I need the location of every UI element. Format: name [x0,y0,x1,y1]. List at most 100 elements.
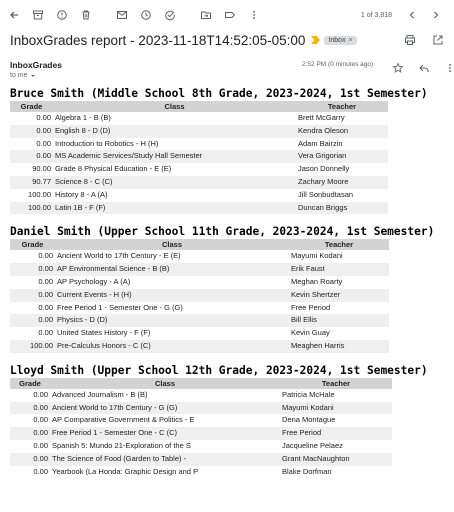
teacher-column-header: Teacher [289,239,389,251]
student-heading: Lloyd Smith (Upper School 12th Grade, 20… [10,363,428,377]
inbox-label-chip: Inbox × [324,35,357,45]
grade-cell: 0.00 [38,276,53,286]
student-section: Lloyd Smith (Upper School 12th Grade, 20… [10,363,450,479]
table-row: 0.00 Advanced Journalism - B (B) Patricia … [10,389,392,402]
class-cell: Spanish 5: Mundo 21-Exploration of the S [52,440,191,450]
inbox-label-text: Inbox [328,36,346,44]
class-cell: Current Events - H (H) [55,288,289,302]
class-cell: Advanced Journalism - B (B) [52,389,148,399]
reply-icon[interactable] [412,56,436,80]
grades-table: Grade Class Teacher 0.00 Algebra 1 - B (B… [10,101,388,215]
recipient-details[interactable]: to me [10,72,36,79]
teacher-cell: Mayumi Kodani [291,251,343,261]
grade-cell: 0.00 [36,138,51,148]
teacher-cell: Kevin Shertzer [289,288,389,302]
table-row: 0.00 Ancient World to 17th Century - G (G… [10,401,392,415]
more-vertical-icon[interactable] [438,56,454,80]
move-to-icon[interactable] [194,3,218,27]
table-row: 0.00 AP Psychology - A (A) Meghan Roarty [10,276,389,289]
student-section: Bruce Smith (Middle School 8th Grade, 20… [10,86,450,215]
table-row: 0.00 Physics - D (D) Bill Ellis [10,314,389,328]
teacher-cell: Zachary Moore [296,175,388,189]
grade-cell: 90.00 [32,164,51,174]
class-cell: English 8 - D (D) [53,124,296,138]
teacher-cell: Brett McGarry [298,113,345,122]
grade-cell: 0.00 [33,389,48,399]
grade-cell: 0.00 [10,401,50,415]
grades-table: Grade Class Teacher 0.00 Ancient World to… [10,239,389,353]
teacher-cell: Jason Donnelly [298,164,350,174]
class-cell: The Science of Food (Garden to Table) - [50,452,280,466]
grade-cell: 100.00 [10,339,55,353]
mark-unread-icon[interactable] [110,3,134,27]
table-row: 0.00 Current Events - H (H) Kevin Shertzer [10,288,389,302]
class-cell: AP Comparative Government & Politics - E [52,415,195,425]
teacher-cell: Dena Montague [282,415,336,425]
table-row: 0.00 Introduction to Robotics - H (H) Adam… [10,138,388,151]
grade-column-header: Grade [10,101,53,112]
table-header-row: Grade Class Teacher [10,101,388,112]
teacher-cell: Blake Dorfman [282,466,332,476]
teacher-cell: Free Period [280,427,392,440]
subject-row: InboxGrades report - 2023-11-18T14:52:05… [10,30,450,50]
teacher-cell: Patricia McHale [282,389,335,399]
teacher-cell: Kevin Guay [291,328,330,338]
class-cell: AP Environmental Science - B (B) [55,263,289,276]
grade-cell: 0.00 [33,466,48,476]
table-row: 0.00 Free Period 1 - Semester One - C (C)… [10,427,392,440]
snooze-icon[interactable] [134,3,158,27]
important-marker-icon[interactable] [311,36,321,44]
report-spam-icon[interactable] [50,3,74,27]
grade-cell: 0.00 [10,314,55,328]
next-icon[interactable] [424,3,448,27]
table-row: 90.77 Science 8 - C (C) Zachary Moore [10,175,388,189]
class-cell: Algebra 1 - B (B) [55,113,111,122]
table-row: 0.00 The Science of Food (Garden to Table… [10,452,392,466]
previous-icon[interactable] [400,3,424,27]
class-cell: Free Period 1 - Semester One - G (G) [57,302,183,312]
class-cell: Yearbook (La Honda: Graphic Design and P [52,466,199,476]
class-cell: AP Psychology - A (A) [57,276,131,286]
recipient-text: to me [10,72,28,79]
grades-table: Grade Class Teacher 0.00 Advanced Journal… [10,377,392,479]
teacher-column-header: Teacher [296,101,388,112]
grade-cell: 0.00 [38,302,53,312]
grade-cell: 0.00 [33,415,48,425]
message-toolbar: 1 of 3,818 [0,0,454,30]
table-row: 100.00 History 8 - A (A) Jill Sonbudtasan [10,189,388,202]
grade-column-header: Grade [10,239,55,251]
remove-label-icon[interactable]: × [349,37,353,44]
class-cell: Latin 1B - F (F) [53,201,296,215]
email-subject: InboxGrades report - 2023-11-18T14:52:05… [10,32,306,48]
grade-cell: 0.00 [10,288,55,302]
grade-cell: 0.00 [36,113,51,122]
open-in-new-window-icon[interactable] [426,28,450,52]
teacher-cell: Bill Ellis [289,314,389,328]
table-row: 0.00 Free Period 1 - Semester One - G (G)… [10,302,389,315]
grade-column-header: Grade [10,377,50,389]
table-row: 0.00 English 8 - D (D) Kendra Oleson [10,124,388,138]
teacher-cell: Duncan Briggs [296,201,388,215]
class-cell: Pre-Calculus Honors - C (C) [55,339,289,353]
teacher-cell: Grant MacNaughton [280,452,392,466]
sender-name[interactable]: InboxGrades [10,60,62,70]
class-column-header: Class [50,377,280,389]
more-vertical-icon[interactable] [242,3,266,27]
teacher-cell: Meaghen Harris [289,339,389,353]
back-arrow-icon[interactable] [2,3,26,27]
class-cell: MS Academic Services/Study Hall Semester [53,150,296,164]
archive-icon[interactable] [26,3,50,27]
add-to-tasks-icon[interactable] [158,3,182,27]
teacher-cell: Adam Bairzin [298,138,343,148]
class-cell: Grade 8 Physical Education - E (E) [55,164,172,174]
teacher-cell: Vera Grigorian [296,150,388,164]
star-icon[interactable] [386,56,410,80]
table-row: 0.00 MS Academic Services/Study Hall Seme… [10,150,388,164]
table-header-row: Grade Class Teacher [10,239,389,251]
grade-cell: 0.00 [10,427,50,440]
table-row: 0.00 Spanish 5: Mundo 21-Exploration of t… [10,440,392,453]
teacher-cell: Erik Faust [289,263,389,276]
delete-icon[interactable] [74,3,98,27]
label-icon[interactable] [218,3,242,27]
print-icon[interactable] [398,28,422,52]
